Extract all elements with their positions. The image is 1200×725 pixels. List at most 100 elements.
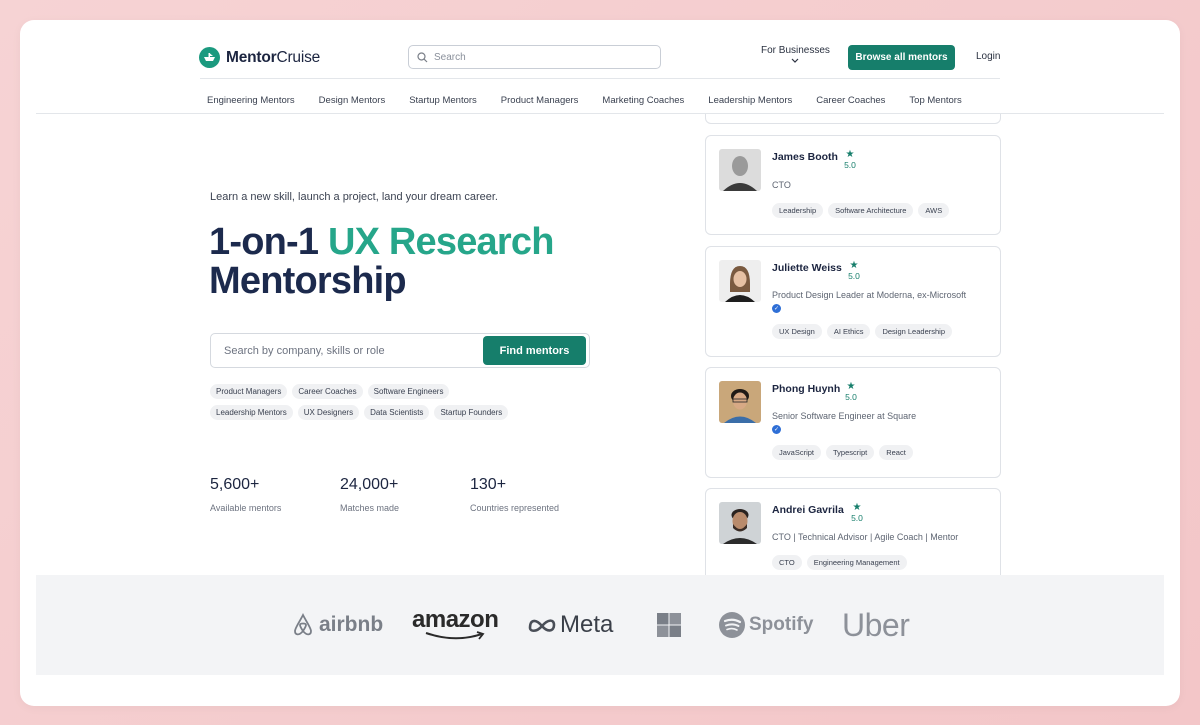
amazon-smile-icon [425,631,485,640]
stat-label: Available mentors [210,503,282,513]
mentor-name[interactable]: Andrei Gavrila [772,504,844,516]
category-startup-mentors[interactable]: Startup Mentors [409,95,477,106]
search-icon [417,51,428,62]
star-icon: ★ [845,149,855,160]
mentor-name[interactable]: Phong Huynh [772,383,840,395]
stat-label: Countries represented [470,503,560,513]
quick-filter-row-1: Product Managers Career Coaches Software… [210,384,530,399]
mentor-role: Senior Software Engineer at Square [772,411,917,421]
rating-value: 5.0 [851,513,863,523]
mentor-tags: JavaScript Typescript React [772,445,913,460]
mentor-name[interactable]: Juliette Weiss [772,262,842,274]
headline-accent: UX Research [327,221,554,263]
chip-career-coaches[interactable]: Career Coaches [292,384,363,399]
mentor-role: Product Design Leader at Moderna, ex-Mic… [772,290,967,300]
rating-value: 5.0 [844,160,856,170]
brand-name: MentorCruise [226,48,321,66]
mentor-card[interactable]: Phong Huynh ★ 5.0 Senior Software Engine… [705,367,1001,478]
stat-mentors: 5,600+ Available mentors [210,476,340,513]
mentor-card[interactable]: Juliette Weiss ★ 5.0 Product Design Lead… [705,246,1001,357]
category-engineering-mentors[interactable]: Engineering Mentors [207,95,295,106]
category-nav: Engineering Mentors Design Mentors Startup… [207,90,1001,106]
avatar [719,381,761,423]
spotify-logo: Spotify [718,575,813,675]
hero-tagline: Learn a new skill, launch a project, lan… [210,191,498,203]
find-mentors-button[interactable]: Find mentors [483,336,586,365]
chip-ux-designers[interactable]: UX Designers [297,405,360,420]
verified-check-icon: ✓ [772,425,781,434]
header-divider [200,78,1000,79]
mentor-role: CTO [772,180,791,190]
stat-matches: 24,000+ Matches made [340,476,470,513]
skill-tag[interactable]: CTO [772,555,802,570]
meta-wordmark: Meta [560,611,614,638]
category-leadership-mentors[interactable]: Leadership Mentors [708,95,792,106]
meta-logo: Meta [527,575,613,675]
browse-all-mentors-button[interactable]: Browse all mentors [848,45,955,70]
mentor-card-list: James Booth ★ 5.0 CTO Leadership Softwar… [705,114,1001,575]
headline-suffix: Mentorship [209,260,407,302]
mentor-card[interactable]: James Booth ★ 5.0 CTO Leadership Softwar… [705,135,1001,235]
chip-data-scientists[interactable]: Data Scientists [364,405,430,420]
avatar [719,502,761,544]
skill-tag[interactable]: Software Architecture [828,203,914,218]
chip-product-managers[interactable]: Product Managers [210,384,288,399]
skill-tag[interactable]: React [879,445,913,460]
mentorcruise-logo-icon [199,47,220,68]
mentor-rating: ★ 5.0 [849,502,865,524]
star-icon: ★ [852,502,862,513]
skill-tag[interactable]: AI Ethics [826,324,871,339]
category-design-mentors[interactable]: Design Mentors [319,95,386,106]
amazon-logo: amazon [412,575,499,675]
avatar [719,260,761,302]
category-career-coaches[interactable]: Career Coaches [816,95,885,106]
microsoft-logo [656,575,682,675]
skill-tag[interactable]: Engineering Management [806,555,907,570]
chip-leadership-mentors[interactable]: Leadership Mentors [210,405,293,420]
mentor-search-field[interactable]: Search by company, skills or role Find m… [210,333,590,368]
stat-value: 130+ [470,476,507,493]
mentor-search-placeholder: Search by company, skills or role [224,344,385,357]
mentor-tags: UX Design AI Ethics Design Leadership [772,324,952,339]
skill-tag[interactable]: Typescript [826,445,875,460]
rating-value: 5.0 [845,392,857,402]
mentor-card-partial[interactable] [705,114,1001,124]
category-top-mentors[interactable]: Top Mentors [909,95,961,106]
browser-window: MentorCruise Search For Businesses Brows… [20,20,1180,706]
chip-startup-founders[interactable]: Startup Founders [434,405,509,420]
stats-row: 5,600+ Available mentors 24,000+ Matches… [210,476,600,513]
mentor-card[interactable]: Andrei Gavrila ★ 5.0 CTO | Technical Adv… [705,488,1001,575]
skill-tag[interactable]: JavaScript [772,445,822,460]
stat-label: Matches made [340,503,400,513]
avatar [719,149,761,191]
uber-wordmark: Uber [842,606,910,643]
search-placeholder: Search [434,51,466,63]
microsoft-windows-icon [657,613,681,637]
headline-prefix: 1-on-1 [209,221,328,263]
chip-software-engineers[interactable]: Software Engineers [367,384,450,399]
mentor-tags: CTO Engineering Management [772,555,907,570]
spotify-wordmark: Spotify [749,614,814,635]
for-businesses-label: For Businesses [761,45,830,56]
stat-countries: 130+ Countries represented [470,476,600,513]
chevron-down-icon [792,58,799,63]
stat-value: 5,600+ [210,476,260,493]
for-businesses-menu[interactable]: For Businesses [761,45,830,63]
category-product-managers[interactable]: Product Managers [501,95,579,106]
brand-logo[interactable]: MentorCruise [199,47,320,68]
skill-tag[interactable]: UX Design [772,324,822,339]
category-marketing-coaches[interactable]: Marketing Coaches [602,95,684,106]
login-link[interactable]: Login [976,51,1000,62]
mentor-rating: ★ 5.0 [843,382,859,403]
airbnb-icon [294,612,312,636]
header-search-input[interactable]: Search [408,45,661,69]
spotify-icon [719,612,745,638]
mentor-name[interactable]: James Booth [772,151,838,163]
airbnb-logo: airbnb [290,575,383,675]
top-navbar: MentorCruise Search For Businesses Brows… [20,20,1180,80]
mentor-rating: ★ 5.0 [846,261,862,282]
skill-tag[interactable]: AWS [918,203,950,218]
skill-tag[interactable]: Design Leadership [875,324,952,339]
skill-tag[interactable]: Leadership [772,203,824,218]
quick-filter-row-2: Leadership Mentors UX Designers Data Sci… [210,405,530,420]
